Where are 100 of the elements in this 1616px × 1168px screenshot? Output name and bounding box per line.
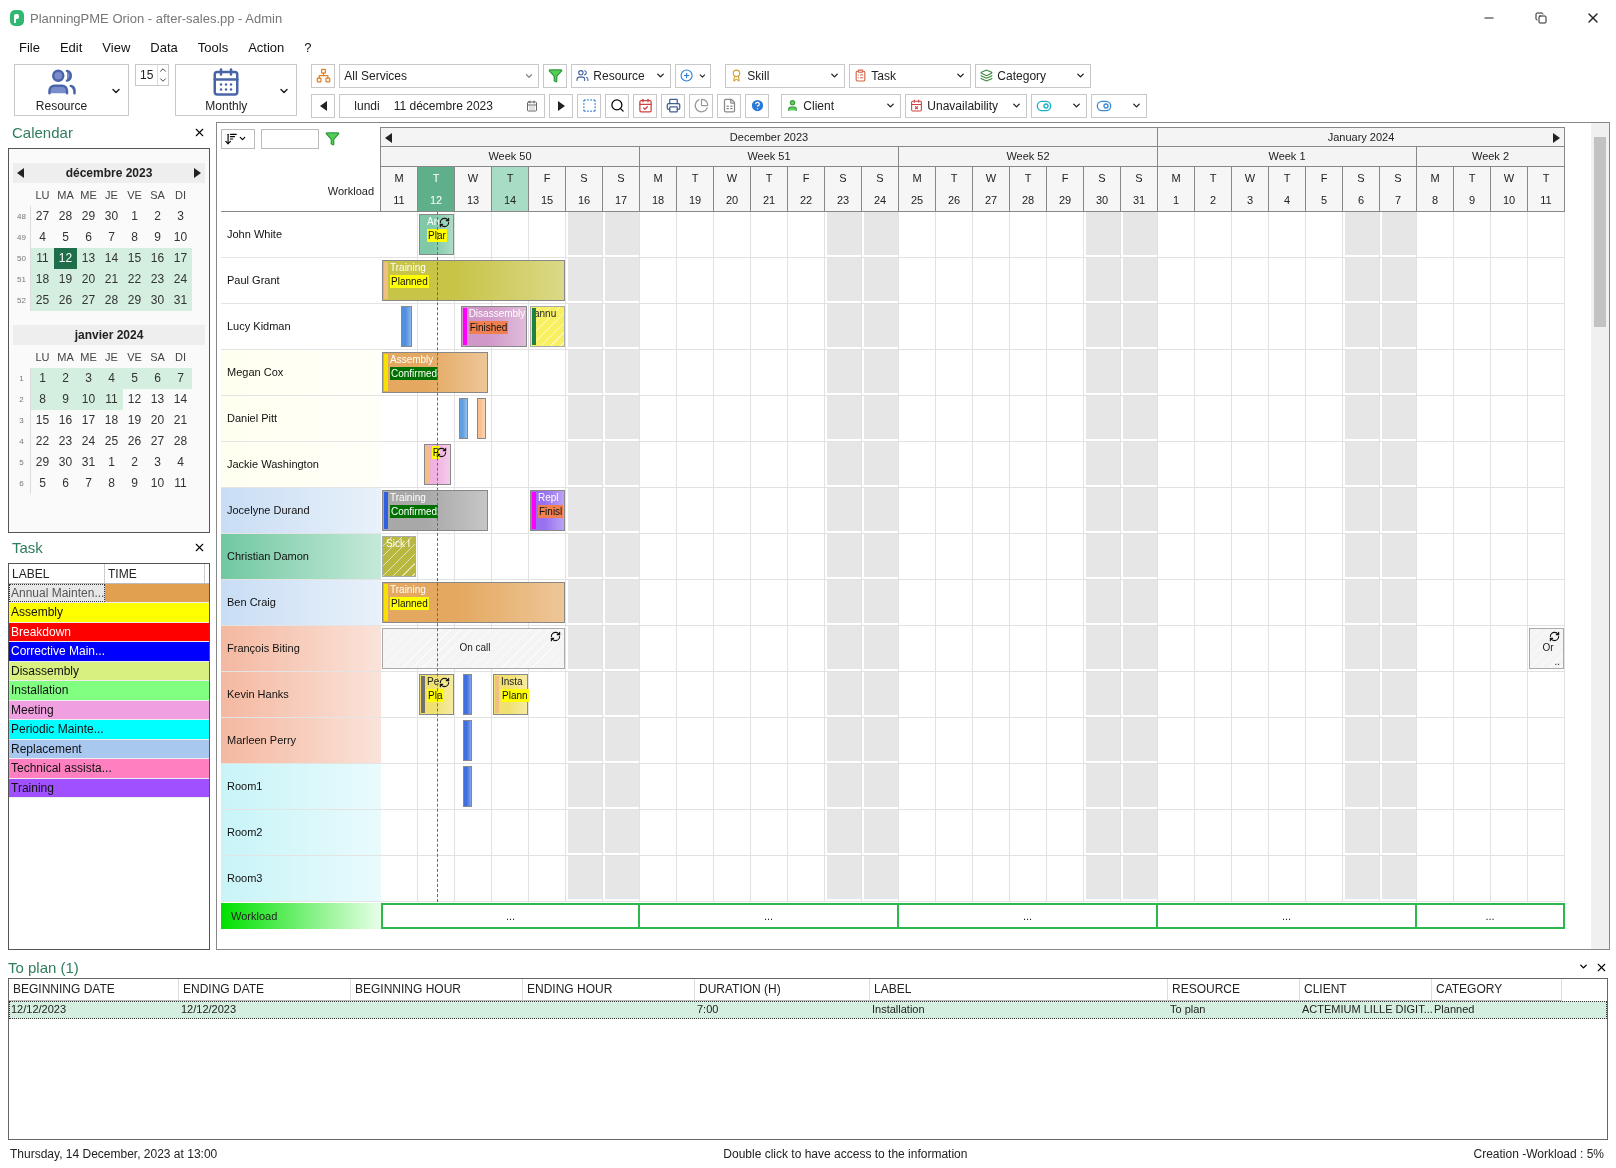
timeline-row[interactable]: Training Planned xyxy=(381,579,1565,626)
calendar-day[interactable]: 12 xyxy=(54,247,77,269)
resource-name[interactable]: François Biting xyxy=(221,625,381,672)
menu-item[interactable]: Edit xyxy=(50,37,92,59)
task-bar[interactable]: Disassembly Finished xyxy=(460,305,527,347)
dashed-square-icon[interactable] xyxy=(581,98,597,114)
calendar-day[interactable]: 26 xyxy=(54,289,77,311)
previous-button[interactable] xyxy=(311,93,336,118)
day-header[interactable]: T 9 xyxy=(1454,166,1491,212)
task-bar[interactable] xyxy=(400,305,413,347)
people-icon[interactable] xyxy=(576,69,590,83)
calendar-day[interactable]: 29 xyxy=(31,451,54,473)
day-header[interactable]: S 17 xyxy=(603,166,640,212)
calendar-day[interactable]: 3 xyxy=(77,367,100,389)
task-row[interactable]: Corrective Main... xyxy=(9,642,209,662)
day-header[interactable]: S 30 xyxy=(1084,166,1121,212)
client-dropdown[interactable]: Client xyxy=(781,93,902,118)
resource-name[interactable]: Kevin Hanks xyxy=(221,671,381,718)
calendar-day[interactable]: 3 xyxy=(169,205,192,227)
next-month-icon[interactable] xyxy=(194,167,201,178)
calendar-day[interactable]: 2 xyxy=(54,367,77,389)
task-bar[interactable] xyxy=(458,397,468,439)
table-row[interactable]: 12/12/2023 12/12/2023 7:00 Installation To plan ACTEMIUM LILLE DIGIT...Planned xyxy=(9,1001,1607,1020)
toggle-dropdown[interactable] xyxy=(1031,93,1088,118)
day-header[interactable]: S 6 xyxy=(1343,166,1380,212)
day-header[interactable]: M 18 xyxy=(640,166,677,212)
resource-name[interactable]: Megan Cox xyxy=(221,349,381,396)
task-row[interactable]: Technical assista... xyxy=(9,759,209,779)
calendar-day[interactable]: 16 xyxy=(146,247,169,269)
calendar-day[interactable]: 12 xyxy=(123,388,146,410)
timeline-row[interactable]: An Plar xyxy=(381,211,1565,258)
calendar-day[interactable]: 21 xyxy=(169,409,192,431)
calendar-day[interactable]: 4 xyxy=(169,451,192,473)
menu-item[interactable]: ? xyxy=(295,37,321,59)
task-row[interactable]: Breakdown xyxy=(9,622,209,643)
menu-item[interactable]: Action xyxy=(239,37,294,59)
calendar-day[interactable]: 27 xyxy=(77,289,100,311)
calendar-day[interactable]: 11 xyxy=(31,247,54,269)
printer-icon[interactable] xyxy=(665,98,681,114)
calendar-day[interactable]: 19 xyxy=(123,409,146,431)
sort-icon[interactable] xyxy=(224,131,238,146)
calendar-day[interactable]: 15 xyxy=(31,409,54,431)
calendar-x-icon[interactable] xyxy=(910,99,924,113)
calendar-day[interactable]: 5 xyxy=(54,226,77,248)
task-bar[interactable]: Assembly Confirmed xyxy=(382,351,489,393)
plus-circle-icon[interactable] xyxy=(680,68,694,84)
day-header[interactable]: F 29 xyxy=(1047,166,1084,212)
task-bar[interactable] xyxy=(463,719,473,761)
calendar-day[interactable]: 24 xyxy=(169,268,192,290)
calendar-day[interactable]: 30 xyxy=(146,289,169,311)
resource-view-button[interactable]: Resource xyxy=(14,63,129,116)
day-header[interactable]: S 7 xyxy=(1380,166,1417,212)
task-bar[interactable]: Training Planned xyxy=(382,581,565,623)
resource-name[interactable]: Room1 xyxy=(221,763,381,810)
calendar-check-icon[interactable] xyxy=(637,98,653,114)
day-header[interactable]: T 11 xyxy=(1528,166,1565,212)
layers-icon[interactable] xyxy=(980,69,994,83)
calendar-day[interactable]: 27 xyxy=(31,205,54,227)
resource-name[interactable]: Marleen Perry xyxy=(221,717,381,764)
calendar-day[interactable]: 29 xyxy=(123,289,146,311)
day-header[interactable]: F 5 xyxy=(1306,166,1343,212)
resource-name[interactable]: Room2 xyxy=(221,809,381,856)
calendar-day[interactable]: 10 xyxy=(77,388,100,410)
restore-icon[interactable] xyxy=(1535,12,1547,24)
day-header[interactable]: M 8 xyxy=(1417,166,1454,212)
day-header[interactable]: W 3 xyxy=(1232,166,1269,212)
calendar-icon[interactable] xyxy=(211,66,242,97)
chart-button[interactable] xyxy=(689,93,714,118)
calendar-day[interactable]: 17 xyxy=(169,247,192,269)
calendar-day[interactable]: 1 xyxy=(123,205,146,227)
calendar-day[interactable]: 14 xyxy=(100,247,123,269)
calendar-day[interactable]: 2 xyxy=(123,451,146,473)
calendar-day[interactable]: 21 xyxy=(100,268,123,290)
skill-dropdown[interactable]: Skill xyxy=(725,63,846,88)
calendar-day[interactable]: 7 xyxy=(77,472,100,494)
timeline-row[interactable]: Training Planned xyxy=(381,257,1565,304)
calendar-day[interactable]: 10 xyxy=(169,226,192,248)
monthly-view-button[interactable]: Monthly xyxy=(175,63,298,116)
calendar-day[interactable]: 15 xyxy=(123,247,146,269)
calendar-day[interactable]: 28 xyxy=(54,205,77,227)
calendar-day[interactable]: 23 xyxy=(54,430,77,452)
calendar-day[interactable]: 8 xyxy=(123,226,146,248)
resource-name[interactable]: Daniel Pitt xyxy=(221,395,381,442)
next-icon[interactable] xyxy=(1553,132,1560,143)
calendar-day[interactable]: 28 xyxy=(100,289,123,311)
export-button[interactable] xyxy=(717,93,742,118)
calendar-day[interactable]: 17 xyxy=(77,409,100,431)
day-header[interactable]: F 22 xyxy=(788,166,825,212)
calendar-day[interactable]: 26 xyxy=(123,430,146,452)
task-bar[interactable] xyxy=(463,765,473,807)
resource-name[interactable]: Jocelyne Durand xyxy=(221,487,381,534)
calendar-day[interactable]: 30 xyxy=(54,451,77,473)
calendar-day[interactable]: 22 xyxy=(31,430,54,452)
calendar-day[interactable]: 6 xyxy=(146,367,169,389)
filter-field[interactable] xyxy=(261,128,319,149)
calendar-day[interactable]: 23 xyxy=(146,268,169,290)
calendar-day[interactable]: 27 xyxy=(146,430,169,452)
calendar-day[interactable]: 9 xyxy=(146,226,169,248)
day-header[interactable]: T 28 xyxy=(1010,166,1047,212)
calendar-day[interactable]: 24 xyxy=(77,430,100,452)
